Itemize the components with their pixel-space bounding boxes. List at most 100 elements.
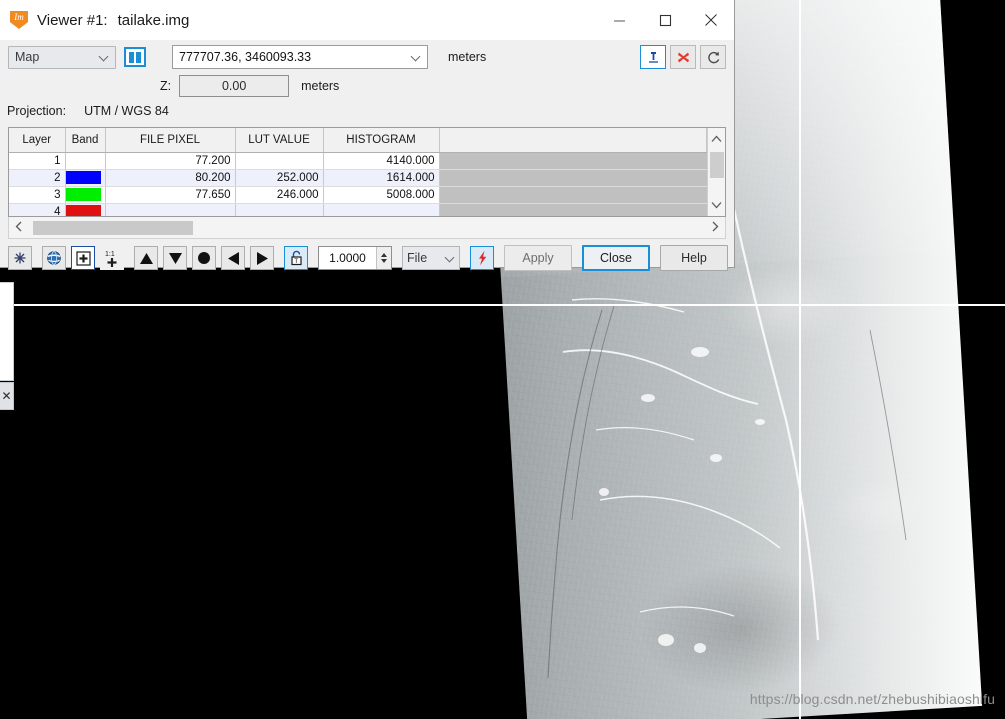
cell-spacer (439, 203, 707, 216)
scroll-thumb-vertical[interactable] (709, 152, 724, 178)
chevron-right-icon[interactable] (705, 220, 725, 235)
table-row[interactable]: 3 77.650 246.000 5008.000 (9, 186, 707, 204)
cell-lut-value (235, 152, 324, 170)
red-x-icon[interactable] (670, 45, 696, 69)
scroll-track-horizontal[interactable] (29, 220, 705, 235)
pin-icon[interactable] (640, 45, 666, 69)
zoom-in-box-icon[interactable] (71, 246, 95, 270)
stepper-arrows[interactable] (376, 247, 391, 269)
table-row[interactable]: 2 80.200 252.000 1614.000 (9, 169, 707, 187)
dialog-title-filename: tailake.img (117, 11, 190, 29)
column-header-band[interactable]: Band (65, 128, 106, 153)
cell-band-swatch (65, 203, 106, 216)
dialog-titlebar[interactable]: Im Viewer #1: tailake.img (0, 0, 734, 40)
panel-close-icon[interactable]: ✕ (0, 382, 14, 410)
chevron-up-icon[interactable] (711, 128, 722, 150)
cell-spacer (439, 152, 707, 170)
maximize-icon[interactable] (642, 0, 688, 40)
value-stepper-value: 1.0000 (329, 251, 366, 265)
chevron-down-icon[interactable] (711, 194, 722, 216)
coordinate-toolbar: Map 777707.36, 3460093.33 meters (0, 40, 734, 70)
coordinate-mode-value: Map (15, 50, 40, 64)
z-label: Z: (160, 79, 172, 93)
help-button[interactable]: Help (660, 245, 728, 271)
lut-table: Layer Band FILE PIXEL LUT VALUE HISTOGRA… (8, 127, 726, 217)
cell-band-swatch (65, 186, 106, 204)
globe-icon[interactable] (42, 246, 66, 270)
scroll-thumb-horizontal[interactable] (33, 220, 193, 235)
coordinate-mode-select[interactable]: Map (8, 45, 116, 69)
circle-icon[interactable] (192, 246, 216, 270)
dialog-title-prefix: Viewer #1: (37, 11, 108, 29)
viewer-splitter-horizontal[interactable] (0, 304, 1005, 306)
chevron-down-icon (100, 53, 109, 62)
triangle-down-icon[interactable] (163, 246, 187, 270)
cell-spacer (439, 169, 707, 187)
projection-row: Projection: UTM / WGS 84 (0, 99, 734, 123)
spinner-up-icon (381, 253, 387, 257)
column-header-lut-value[interactable]: LUT VALUE (235, 128, 324, 153)
table-vertical-scrollbar[interactable] (707, 128, 725, 216)
viewer-dialog: Im Viewer #1: tailake.img Map 777707.36,… (0, 0, 735, 271)
z-input[interactable]: 0.00 (179, 75, 290, 97)
cell-layer: 2 (9, 169, 66, 187)
dialog-toolbar: 1:1 T 1.0000 File Apply Close Help (0, 239, 734, 277)
cell-layer: 4 (9, 203, 66, 216)
column-header-histogram[interactable]: HISTOGRAM (323, 128, 440, 153)
cell-spacer (439, 186, 707, 204)
table-horizontal-scrollbar[interactable] (8, 217, 726, 239)
screen: https://blog.csdn.net/zhebushibiaoshifu … (0, 0, 1005, 719)
chevron-down-icon (412, 53, 421, 62)
cell-histogram (323, 203, 440, 216)
coordinate-actions (640, 45, 726, 69)
asterisk-icon[interactable] (8, 246, 32, 270)
z-units-label: meters (301, 79, 340, 93)
cell-file-pixel: 77.650 (105, 186, 236, 204)
column-header-layer[interactable]: Layer (9, 128, 66, 153)
coordinate-value: 777707.36, 3460093.33 (179, 50, 312, 64)
viewer-splitter-vertical[interactable] (799, 0, 801, 719)
cell-lut-value (235, 203, 324, 216)
spinner-down-icon (381, 259, 387, 263)
minimize-icon[interactable] (596, 0, 642, 40)
z-value: 0.00 (221, 79, 247, 93)
unlock-text-icon[interactable]: T (284, 246, 308, 270)
column-header-file-pixel[interactable]: FILE PIXEL (105, 128, 236, 153)
table-row[interactable]: 4 (9, 203, 707, 216)
lut-table-body: Layer Band FILE PIXEL LUT VALUE HISTOGRA… (9, 128, 707, 216)
chevron-left-icon[interactable] (9, 220, 29, 235)
watermark-text: https://blog.csdn.net/zhebushibiaoshifu (749, 691, 995, 707)
z-row: Z: 0.00 meters (0, 73, 734, 99)
close-icon[interactable] (688, 0, 734, 40)
file-menu-select[interactable]: File (402, 246, 460, 270)
chevron-down-icon (446, 254, 455, 263)
cell-band-swatch (65, 152, 106, 170)
coordinate-units-label: meters (448, 50, 487, 64)
apply-button[interactable]: Apply (504, 245, 572, 271)
table-row[interactable]: 1 77.200 4140.000 (9, 152, 707, 170)
coordinate-input[interactable]: 777707.36, 3460093.33 (172, 45, 428, 69)
close-button[interactable]: Close (582, 245, 650, 271)
cell-histogram: 1614.000 (323, 169, 440, 187)
value-stepper[interactable]: 1.0000 (318, 246, 392, 270)
cell-file-pixel: 80.200 (105, 169, 236, 187)
one-to-one-icon[interactable]: 1:1 (100, 246, 124, 270)
cell-file-pixel (105, 203, 236, 216)
window-controls (596, 0, 734, 40)
file-menu-label: File (407, 251, 428, 265)
projection-value: UTM / WGS 84 (84, 104, 169, 118)
refresh-icon[interactable] (700, 45, 726, 69)
svg-text:T: T (294, 258, 298, 265)
cell-histogram: 5008.000 (323, 186, 440, 204)
triangle-up-icon[interactable] (134, 246, 158, 270)
svg-text:1:1: 1:1 (105, 251, 115, 258)
dual-pane-icon[interactable] (124, 47, 146, 67)
triangle-right-icon[interactable] (250, 246, 274, 270)
cell-lut-value: 246.000 (235, 186, 324, 204)
cell-histogram: 4140.000 (323, 152, 440, 170)
cell-layer: 1 (9, 152, 66, 170)
cell-file-pixel: 77.200 (105, 152, 236, 170)
triangle-left-icon[interactable] (221, 246, 245, 270)
column-header-spacer (439, 128, 707, 153)
lightning-icon[interactable] (470, 246, 494, 270)
